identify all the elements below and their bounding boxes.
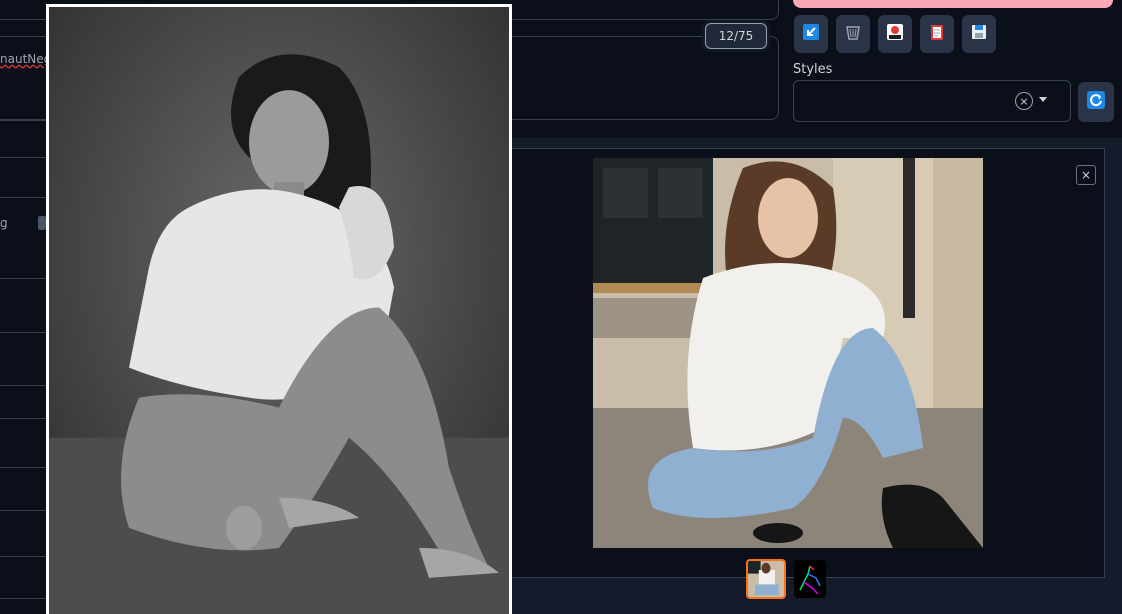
floppy-icon bbox=[970, 23, 988, 45]
card-icon bbox=[886, 23, 904, 45]
settings-row[interactable] bbox=[0, 510, 46, 511]
generate-button[interactable] bbox=[793, 0, 1113, 8]
settings-row[interactable] bbox=[0, 197, 46, 198]
settings-label-fragment: g bbox=[0, 216, 8, 230]
paste-button[interactable] bbox=[794, 15, 828, 53]
close-icon[interactable]: × bbox=[1076, 165, 1096, 185]
color-photo-illustration bbox=[593, 158, 983, 548]
settings-row[interactable] bbox=[0, 418, 46, 419]
bw-photo-illustration bbox=[49, 7, 509, 614]
settings-row[interactable] bbox=[0, 556, 46, 557]
styles-dropdown[interactable]: × bbox=[793, 80, 1071, 122]
settings-row[interactable] bbox=[0, 278, 46, 279]
refresh-styles-button[interactable] bbox=[1078, 82, 1114, 122]
settings-row[interactable] bbox=[0, 385, 46, 386]
thumb-pose-skeleton[interactable] bbox=[794, 560, 826, 598]
image-gallery: × bbox=[512, 148, 1105, 599]
thumb-generated-image[interactable] bbox=[746, 559, 786, 599]
trash-icon bbox=[844, 23, 862, 45]
save-style-button[interactable] bbox=[962, 15, 996, 53]
settings-toggle[interactable] bbox=[38, 216, 46, 230]
extra-networks-button[interactable] bbox=[878, 15, 912, 53]
chevron-down-icon[interactable] bbox=[1039, 97, 1047, 102]
settings-row[interactable] bbox=[0, 120, 46, 121]
generated-image-preview[interactable] bbox=[593, 158, 983, 548]
clear-button[interactable] bbox=[836, 15, 870, 53]
clear-icon[interactable]: × bbox=[1015, 92, 1033, 110]
settings-row[interactable] bbox=[0, 598, 46, 599]
apply-style-button[interactable] bbox=[920, 15, 954, 53]
styles-label: Styles bbox=[793, 62, 833, 77]
output-panel: × bbox=[512, 138, 1122, 614]
pose-skeleton-icon bbox=[794, 560, 826, 598]
refresh-icon bbox=[1086, 90, 1106, 114]
dragged-reference-image[interactable] bbox=[46, 4, 512, 614]
clipboard-icon bbox=[928, 23, 946, 45]
thumbnail-image bbox=[748, 561, 784, 597]
settings-row[interactable] bbox=[0, 157, 46, 158]
negative-prompt-text: nautNeg bbox=[0, 52, 52, 66]
arrow-icon bbox=[802, 23, 820, 45]
settings-row[interactable] bbox=[0, 467, 46, 468]
token-counter: 12/75 bbox=[705, 23, 767, 49]
settings-row[interactable] bbox=[0, 332, 46, 333]
